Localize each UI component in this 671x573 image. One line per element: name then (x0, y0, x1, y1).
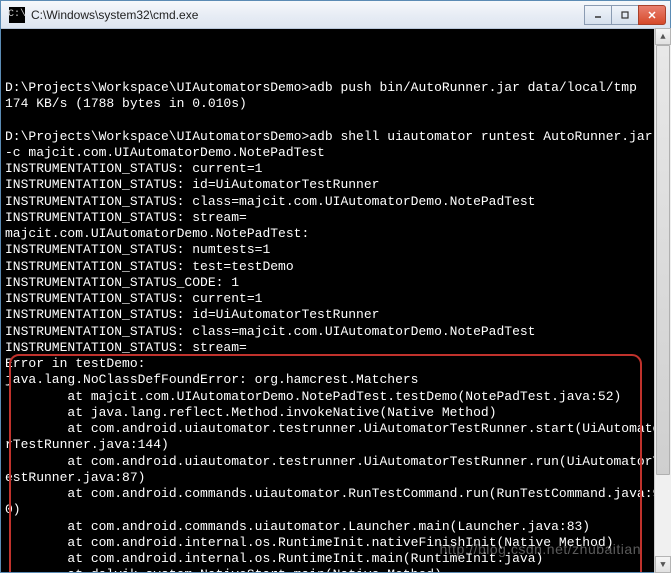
terminal-line: at dalvik.system.NativeStart.main(Native… (5, 567, 666, 572)
terminal-line (5, 112, 666, 128)
terminal-line: D:\Projects\Workspace\UIAutomatorsDemo>a… (5, 129, 666, 162)
terminal-line: INSTRUMENTATION_STATUS: numtests=1 (5, 242, 666, 258)
minimize-button[interactable] (584, 5, 612, 25)
cmd-icon: C:\ (9, 7, 25, 23)
terminal-line: INSTRUMENTATION_STATUS: class=majcit.com… (5, 194, 666, 210)
terminal-line: at com.android.internal.os.RuntimeInit.n… (5, 535, 666, 551)
scroll-up-button[interactable]: ▲ (655, 28, 671, 45)
terminal-line: at com.android.uiautomator.testrunner.Ui… (5, 421, 666, 454)
terminal-line: INSTRUMENTATION_STATUS: current=1 (5, 291, 666, 307)
terminal-line: INSTRUMENTATION_STATUS_CODE: 1 (5, 275, 666, 291)
minimize-icon (593, 10, 603, 20)
close-icon (647, 10, 657, 20)
scroll-down-button[interactable]: ▼ (655, 556, 671, 573)
scroll-track[interactable] (655, 45, 671, 556)
terminal-line: INSTRUMENTATION_STATUS: class=majcit.com… (5, 324, 666, 340)
vertical-scrollbar[interactable]: ▲ ▼ (654, 28, 671, 573)
terminal-line: java.lang.NoClassDefFoundError: org.hamc… (5, 372, 666, 388)
window-title: C:\Windows\system32\cmd.exe (31, 8, 585, 22)
terminal-line: INSTRUMENTATION_STATUS: id=UiAutomatorTe… (5, 177, 666, 193)
terminal-line: at com.android.commands.uiautomator.Laun… (5, 519, 666, 535)
terminal-line: at java.lang.reflect.Method.invokeNative… (5, 405, 666, 421)
chevron-up-icon: ▲ (660, 32, 665, 42)
terminal-line: Error in testDemo: (5, 356, 666, 372)
maximize-icon (620, 10, 630, 20)
titlebar[interactable]: C:\ C:\Windows\system32\cmd.exe (1, 1, 670, 29)
scroll-thumb[interactable] (656, 45, 670, 475)
terminal-line: INSTRUMENTATION_STATUS: stream= (5, 340, 666, 356)
terminal-line: at com.android.commands.uiautomator.RunT… (5, 486, 666, 519)
window-controls (585, 5, 666, 25)
terminal-line: INSTRUMENTATION_STATUS: current=1 (5, 161, 666, 177)
terminal-line: 174 KB/s (1788 bytes in 0.010s) (5, 96, 666, 112)
terminal-line: INSTRUMENTATION_STATUS: stream= (5, 210, 666, 226)
maximize-button[interactable] (611, 5, 639, 25)
terminal-line: INSTRUMENTATION_STATUS: id=UiAutomatorTe… (5, 307, 666, 323)
terminal-line: majcit.com.UIAutomatorDemo.NotePadTest: (5, 226, 666, 242)
terminal-line: at com.android.internal.os.RuntimeInit.m… (5, 551, 666, 567)
cmd-window: C:\ C:\Windows\system32\cmd.exe D:\Proje… (0, 0, 671, 573)
terminal-line: at com.android.uiautomator.testrunner.Ui… (5, 454, 666, 487)
close-button[interactable] (638, 5, 666, 25)
terminal-line: D:\Projects\Workspace\UIAutomatorsDemo>a… (5, 80, 666, 96)
terminal-output[interactable]: D:\Projects\Workspace\UIAutomatorsDemo>a… (1, 29, 670, 572)
chevron-down-icon: ▼ (660, 560, 665, 570)
terminal-line: INSTRUMENTATION_STATUS: test=testDemo (5, 259, 666, 275)
terminal-line: at majcit.com.UIAutomatorDemo.NotePadTes… (5, 389, 666, 405)
